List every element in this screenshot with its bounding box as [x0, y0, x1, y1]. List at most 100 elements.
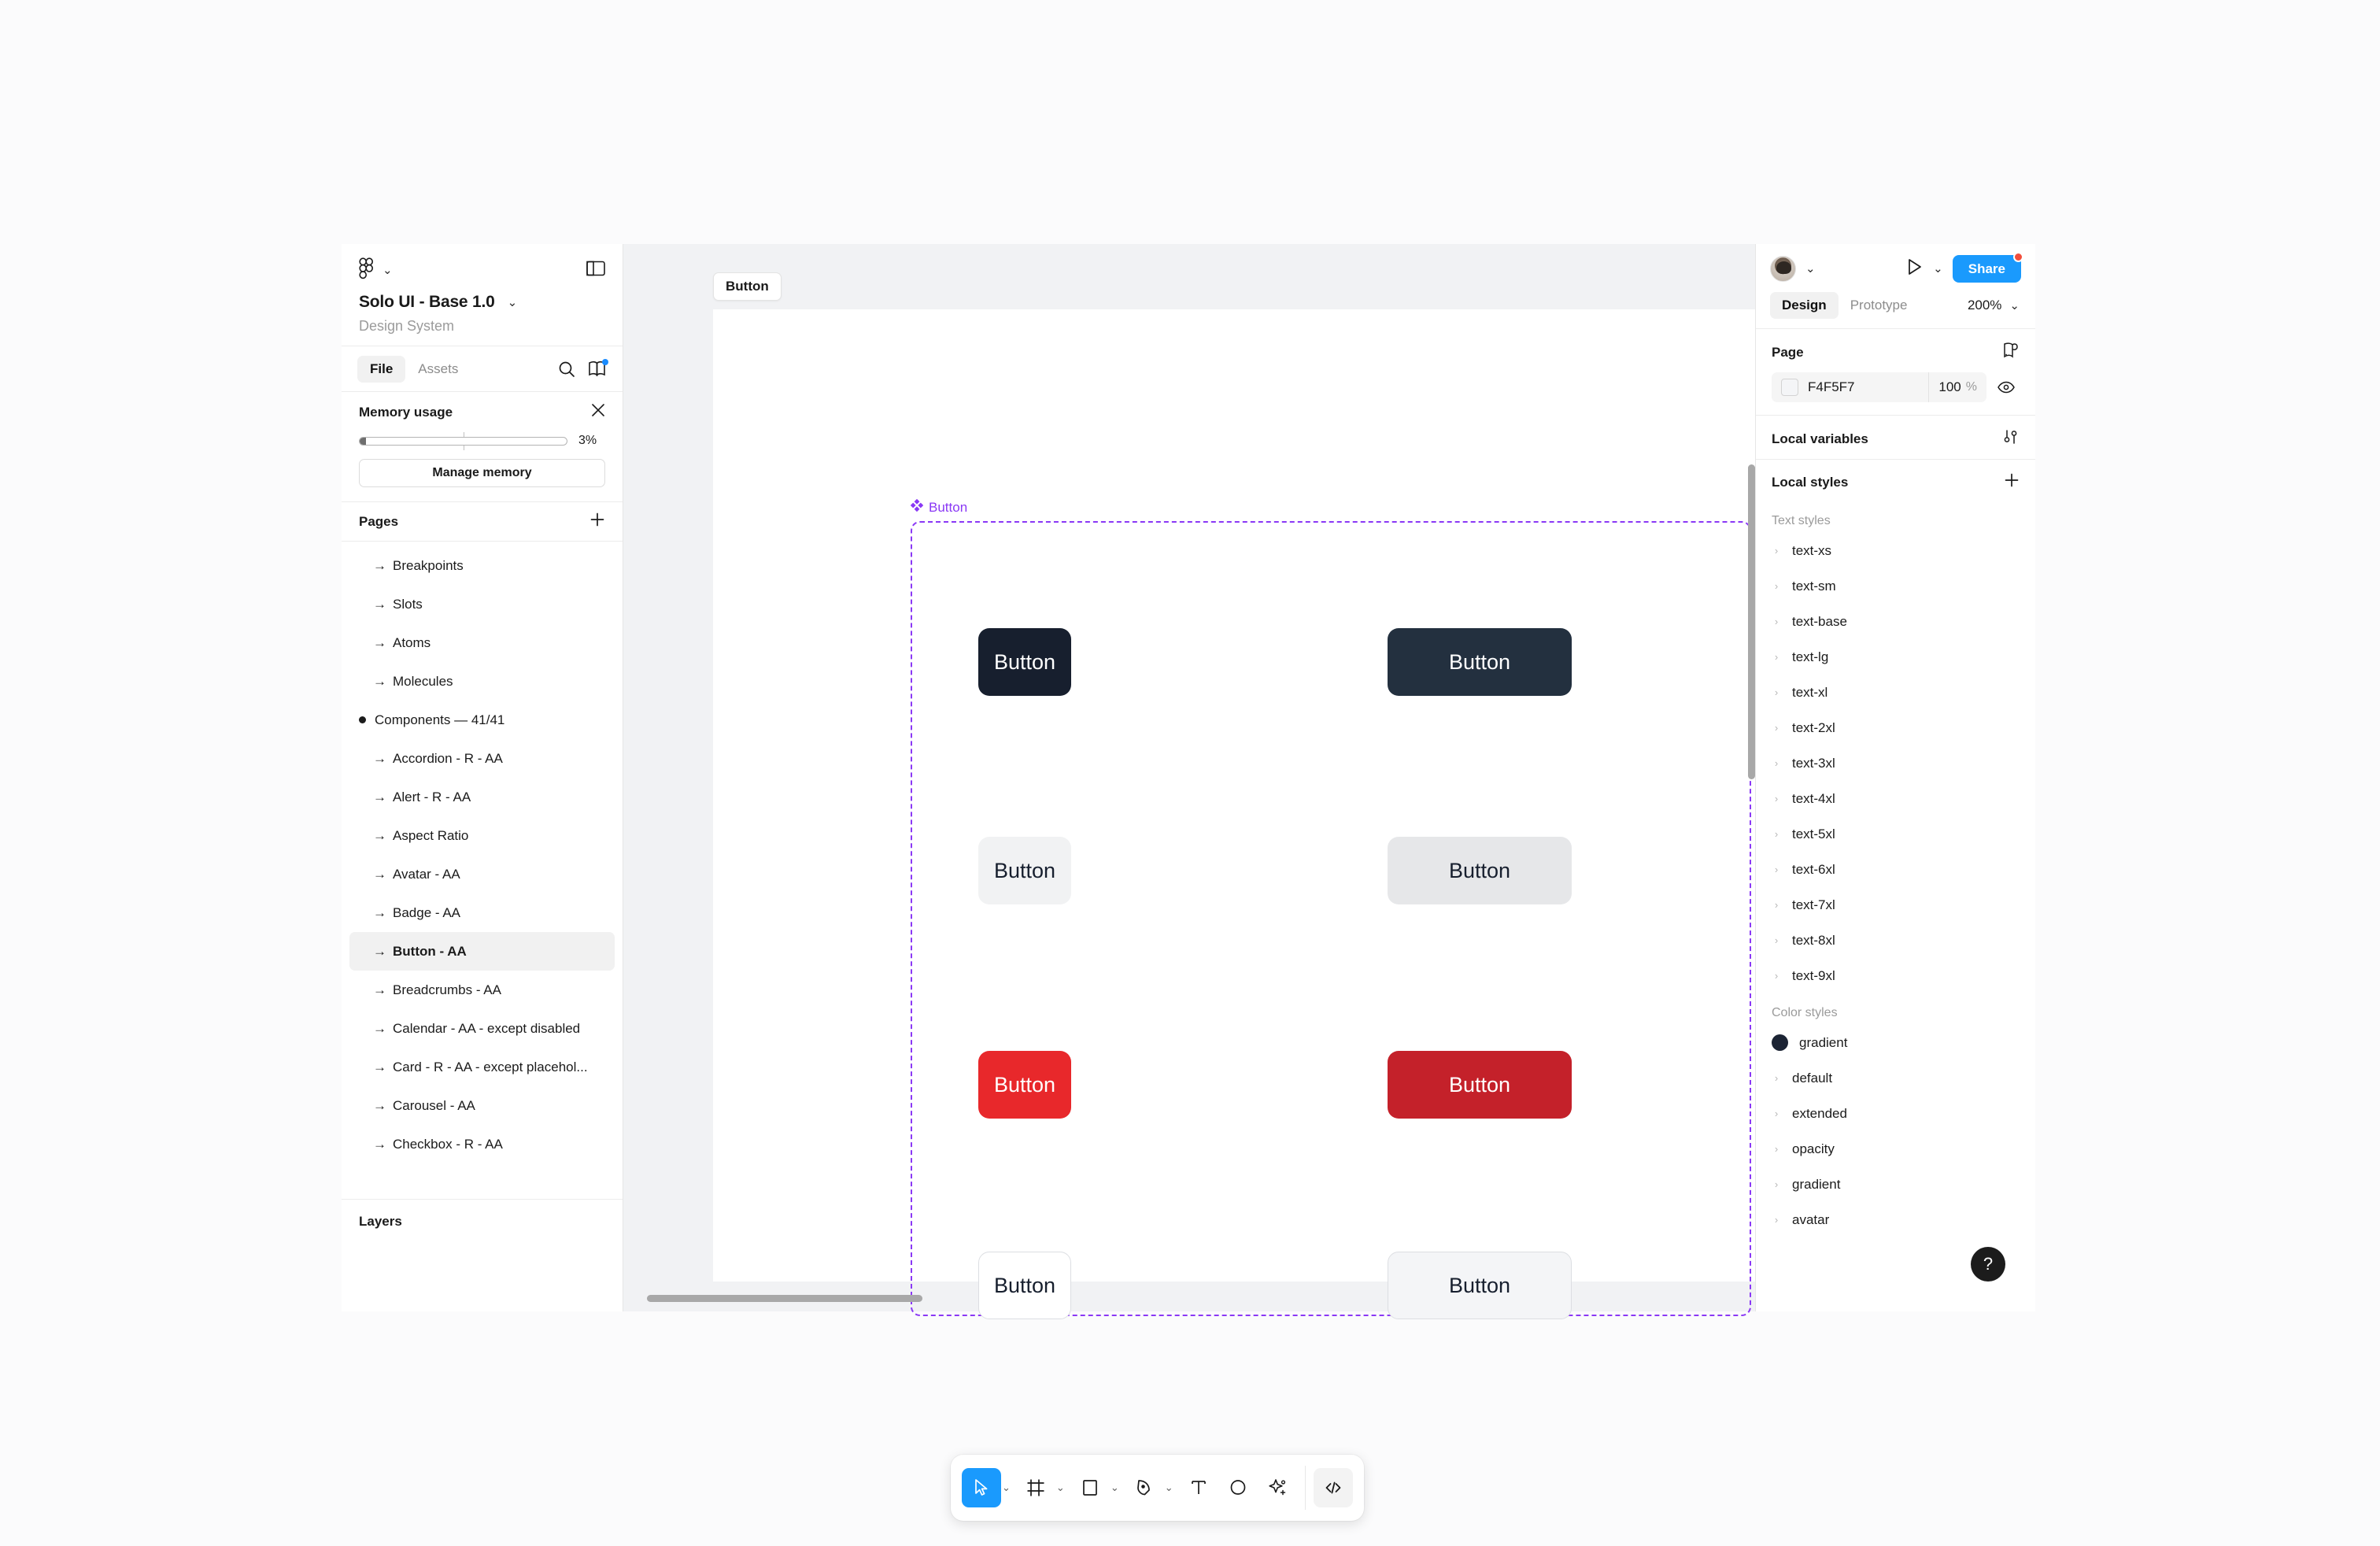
- right-panel-tabs: Design Prototype 200% ⌄: [1756, 289, 2035, 329]
- help-button[interactable]: ?: [1971, 1247, 2005, 1282]
- add-style-icon[interactable]: [2004, 472, 2020, 492]
- text-style-item[interactable]: › text-6xl: [1756, 852, 2035, 887]
- toolbar-chevron-down-icon[interactable]: ⌄: [1164, 1481, 1179, 1494]
- page-opacity-chip[interactable]: 100 %: [1928, 372, 1986, 402]
- canvas-button[interactable]: Button: [978, 628, 1071, 696]
- color-style-item[interactable]: › extended: [1756, 1096, 2035, 1131]
- page-fill-chip[interactable]: F4F5F7: [1772, 372, 1929, 402]
- variables-settings-icon[interactable]: [2002, 428, 2020, 449]
- tab-design[interactable]: Design: [1770, 292, 1839, 319]
- color-style-item[interactable]: › default: [1756, 1060, 2035, 1096]
- page-opacity-value[interactable]: 100: [1938, 379, 1961, 395]
- search-icon[interactable]: [558, 361, 575, 378]
- text-style-item[interactable]: › text-7xl: [1756, 887, 2035, 923]
- avatar[interactable]: [1770, 256, 1796, 282]
- page-item[interactable]: → Breakpoints: [349, 546, 615, 585]
- text-style-item[interactable]: › text-base: [1756, 604, 2035, 639]
- add-page-icon[interactable]: [589, 512, 605, 531]
- canvas-button[interactable]: Button: [1388, 628, 1572, 696]
- share-button[interactable]: Share: [1952, 255, 2021, 283]
- page-item[interactable]: → Breadcrumbs - AA: [349, 971, 615, 1009]
- frame-tab-button[interactable]: Button: [713, 272, 782, 301]
- color-style-item[interactable]: gradient: [1756, 1025, 2035, 1060]
- close-icon[interactable]: [591, 403, 605, 421]
- tab-assets[interactable]: Assets: [405, 356, 471, 383]
- toolbar-item[interactable]: ⌄: [962, 1466, 1016, 1510]
- avatar-chevron-icon[interactable]: ⌄: [1805, 263, 1816, 275]
- canvas-button[interactable]: Button: [1388, 1051, 1572, 1119]
- toggle-sidebar-icon[interactable]: [586, 261, 605, 280]
- text-style-item[interactable]: › text-xs: [1756, 533, 2035, 568]
- page-fill-hex[interactable]: F4F5F7: [1808, 379, 1855, 395]
- toolbar-item[interactable]: [1258, 1466, 1297, 1510]
- page-item[interactable]: → Accordion - R - AA: [349, 739, 615, 778]
- toolbar-item[interactable]: ⌄: [1070, 1466, 1125, 1510]
- toolbar-item[interactable]: [1218, 1466, 1258, 1510]
- tab-prototype[interactable]: Prototype: [1839, 292, 1920, 319]
- page-item[interactable]: → Checkbox - R - AA: [349, 1125, 615, 1163]
- text-style-item[interactable]: › text-9xl: [1756, 958, 2035, 993]
- figma-app-window: ⌄ Solo UI - Base 1.0 ⌄ Design System Fil…: [342, 244, 2035, 1311]
- canvas-horizontal-scrollbar[interactable]: [647, 1295, 922, 1302]
- local-variables-header[interactable]: Local variables: [1756, 416, 2035, 459]
- page-item[interactable]: → Aspect Ratio: [349, 816, 615, 855]
- zoom-control[interactable]: 200% ⌄: [1968, 298, 2021, 313]
- page-arrow-icon: →: [373, 1097, 386, 1113]
- rectangle-icon[interactable]: [1070, 1468, 1110, 1507]
- pen-icon[interactable]: [1125, 1468, 1164, 1507]
- color-style-item[interactable]: › avatar: [1756, 1202, 2035, 1237]
- code-icon[interactable]: [1313, 1468, 1353, 1507]
- text-style-item[interactable]: › text-xl: [1756, 675, 2035, 710]
- color-style-item[interactable]: › opacity: [1756, 1131, 2035, 1167]
- canvas-button[interactable]: Button: [978, 1252, 1071, 1319]
- canvas-button[interactable]: Button: [1388, 1252, 1572, 1319]
- toolbar-chevron-down-icon[interactable]: ⌄: [1001, 1481, 1016, 1494]
- frame-icon[interactable]: [1016, 1468, 1055, 1507]
- ai-sparkle-icon[interactable]: [1258, 1468, 1297, 1507]
- figma-logo-menu[interactable]: ⌄: [359, 257, 393, 283]
- toolbar-item[interactable]: ⌄: [1016, 1466, 1070, 1510]
- chevron-right-icon: ›: [1774, 1178, 1779, 1190]
- present-chevron-icon[interactable]: ⌄: [1933, 263, 1943, 275]
- text-style-item[interactable]: › text-5xl: [1756, 816, 2035, 852]
- page-item[interactable]: → Avatar - AA: [349, 855, 615, 893]
- page-fill-swatch[interactable]: [1781, 379, 1798, 396]
- page-item[interactable]: Components — 41/41: [349, 701, 615, 739]
- toolbar-item[interactable]: [1179, 1466, 1218, 1510]
- color-style-item[interactable]: › gradient: [1756, 1167, 2035, 1202]
- page-item[interactable]: → Button - AA: [349, 932, 615, 971]
- page-item[interactable]: → Badge - AA: [349, 893, 615, 932]
- page-item[interactable]: → Calendar - AA - except disabled: [349, 1009, 615, 1048]
- design-canvas[interactable]: Button: [623, 244, 1755, 1311]
- page-styles-icon[interactable]: [2002, 342, 2020, 363]
- file-menu-chevron-icon[interactable]: ⌄: [508, 297, 518, 309]
- page-item[interactable]: → Carousel - AA: [349, 1086, 615, 1125]
- text-style-item[interactable]: › text-4xl: [1756, 781, 2035, 816]
- text-style-item[interactable]: › text-2xl: [1756, 710, 2035, 745]
- canvas-button[interactable]: Button: [1388, 837, 1572, 904]
- manage-memory-button[interactable]: Manage memory: [359, 459, 605, 487]
- toolbar-item[interactable]: ⌄: [1125, 1466, 1179, 1510]
- visibility-eye-icon[interactable]: [1986, 381, 2020, 394]
- text-style-item[interactable]: › text-8xl: [1756, 923, 2035, 958]
- comment-icon[interactable]: [1218, 1468, 1258, 1507]
- toolbar-chevron-down-icon[interactable]: ⌄: [1055, 1481, 1070, 1494]
- page-item[interactable]: → Slots: [349, 585, 615, 623]
- tab-file[interactable]: File: [357, 355, 406, 383]
- page-item[interactable]: → Alert - R - AA: [349, 778, 615, 816]
- libraries-icon[interactable]: [588, 358, 608, 378]
- right-panel: ⌄ ⌄ Share Design Prototype 200% ⌄ Page F…: [1755, 244, 2035, 1311]
- present-play-icon[interactable]: [1906, 257, 1924, 280]
- text-icon[interactable]: [1179, 1468, 1218, 1507]
- page-item[interactable]: → Molecules: [349, 662, 615, 701]
- page-item[interactable]: → Card - R - AA - except placehol...: [349, 1048, 615, 1086]
- toolbar-chevron-down-icon[interactable]: ⌄: [1110, 1481, 1125, 1494]
- text-style-item[interactable]: › text-lg: [1756, 639, 2035, 675]
- canvas-vertical-scrollbar[interactable]: [1748, 464, 1755, 779]
- canvas-button[interactable]: Button: [978, 1051, 1071, 1119]
- canvas-button[interactable]: Button: [978, 837, 1071, 904]
- page-item[interactable]: → Atoms: [349, 623, 615, 662]
- text-style-item[interactable]: › text-sm: [1756, 568, 2035, 604]
- move-cursor-icon[interactable]: [962, 1468, 1001, 1507]
- text-style-item[interactable]: › text-3xl: [1756, 745, 2035, 781]
